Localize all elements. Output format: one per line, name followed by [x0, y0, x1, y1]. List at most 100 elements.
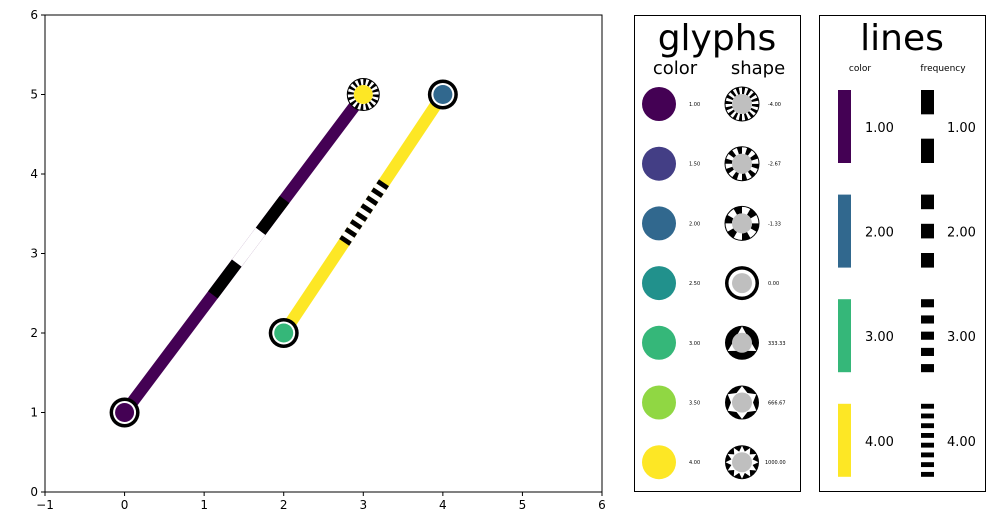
glyph-shape-label: 0.00 [768, 281, 779, 287]
glyphs-legend: glyphs color shape 1.00 1.50 2.00 2.50 3.00 3… [634, 15, 801, 492]
freq-band [921, 194, 934, 210]
glyphs-legend-frame [634, 15, 801, 492]
figure: −1 0 1 2 3 4 5 6 0123456 glyphs color shape 1.0… [30, 8, 986, 512]
glyph-color-label: 3.00 [689, 341, 700, 347]
series-band [355, 211, 368, 222]
glyph-shape-label: -1.33 [768, 221, 781, 227]
x-tick-label: 6 [598, 498, 606, 512]
glyph-shape-swatch [724, 205, 760, 241]
x-tick-label: 3 [359, 498, 367, 512]
x-tick-label: 0 [121, 498, 129, 512]
glyph-color-swatch [642, 385, 676, 420]
series-band [347, 223, 360, 234]
glyph-shape-swatch [725, 325, 759, 360]
series-band [341, 231, 355, 242]
line-color-swatch [838, 194, 851, 268]
glyph-color-label: 2.50 [689, 281, 700, 287]
shape-fill [732, 153, 752, 174]
y-tick-label: 6 [30, 8, 38, 22]
shape-fill [732, 392, 752, 413]
series-band [352, 215, 366, 226]
shape-fill [732, 273, 752, 294]
freq-band [921, 223, 934, 239]
freq-band [921, 433, 934, 438]
series-band [373, 183, 387, 195]
marker-start-line-2-fill [274, 323, 294, 343]
line-frequency-label: 2.00 [947, 226, 976, 241]
line-color-label: 3.00 [865, 330, 894, 345]
freq-band [921, 315, 934, 324]
freq-band [921, 299, 934, 308]
lines-legend-title: lines [860, 18, 944, 59]
series-band [365, 195, 379, 206]
glyph-shape-label: 1000.00 [765, 460, 786, 466]
glyph-color-label: 3.50 [689, 401, 700, 407]
series-band [344, 227, 358, 238]
line-frequency-swatch [921, 90, 934, 163]
glyph-shape-label: 666.67 [768, 401, 786, 407]
freq-band [921, 403, 934, 409]
glyph-color-swatch [642, 87, 676, 121]
shape-fill [732, 452, 752, 473]
lines-color-header: color [849, 64, 871, 74]
shape-fill [732, 94, 752, 114]
series-band [360, 203, 374, 214]
glyph-color-swatch [642, 206, 676, 241]
y-tick-label: 0 [30, 485, 38, 499]
line-color-label: 1.00 [865, 121, 894, 136]
x-axis: −1 0 1 2 3 4 5 6 [36, 492, 606, 512]
glyph-shape-label: -4.00 [768, 102, 781, 108]
marker-end-line-1-fill [353, 85, 373, 104]
glyph-color-swatch [642, 445, 676, 480]
series-band [339, 235, 352, 246]
line-frequency-label: 4.00 [947, 435, 976, 450]
marker-start-line-1-fill [115, 403, 135, 422]
glyph-color-label: 2.00 [689, 221, 700, 227]
line-frequency-swatch [921, 194, 934, 268]
series-band [363, 199, 376, 210]
lines-legend: lines color frequency 1.00 2.00 3.00 4.00 1.… [819, 15, 986, 492]
main-axes: −1 0 1 2 3 4 5 6 0123456 [30, 8, 605, 512]
glyph-color-swatch [642, 146, 676, 181]
freq-band [921, 442, 934, 448]
y-tick-label: 5 [30, 88, 38, 102]
line-frequency-label: 3.00 [947, 330, 976, 345]
freq-band [921, 471, 934, 477]
glyph-shape-swatch [725, 445, 759, 480]
series-band [376, 179, 389, 191]
x-tick-label: −1 [36, 498, 54, 512]
x-tick-label: 2 [280, 498, 288, 512]
line-frequency-swatch [921, 299, 934, 373]
line-color-swatch [838, 299, 851, 373]
glyph-color-swatch [642, 266, 676, 301]
line-color-swatch [838, 403, 851, 477]
y-tick-label: 1 [30, 406, 38, 420]
freq-band [921, 462, 934, 468]
series-band [357, 207, 371, 218]
glyphs-shape-header: shape [731, 58, 785, 79]
line-color-label: 2.00 [865, 226, 894, 241]
line-color-swatch [838, 90, 851, 163]
y-tick-label: 3 [30, 247, 38, 261]
x-tick-label: 5 [519, 498, 527, 512]
glyph-shape-label: -2.67 [768, 162, 781, 168]
glyph-shape-swatch [725, 385, 759, 420]
shape-fill [732, 332, 752, 353]
glyphs-legend-title: glyphs [658, 18, 777, 59]
freq-band [921, 90, 934, 115]
glyph-color-swatch [642, 325, 676, 360]
series-band [371, 187, 384, 199]
line-color-label: 4.00 [865, 435, 894, 450]
glyph-color-label: 1.50 [689, 162, 700, 168]
line-frequency-label: 1.00 [947, 121, 976, 136]
lines-frequency-header: frequency [920, 64, 966, 74]
y-axis: 0 1 2 3 4 5 6 [30, 8, 45, 499]
series-band [349, 219, 363, 230]
series-band [368, 191, 382, 202]
freq-band [921, 452, 934, 458]
y-tick-label: 4 [30, 167, 38, 181]
glyph-shape-swatch [724, 86, 760, 122]
glyph-color-label: 4.00 [689, 460, 700, 466]
line-frequency-swatch [921, 403, 934, 477]
freq-band [921, 413, 934, 419]
